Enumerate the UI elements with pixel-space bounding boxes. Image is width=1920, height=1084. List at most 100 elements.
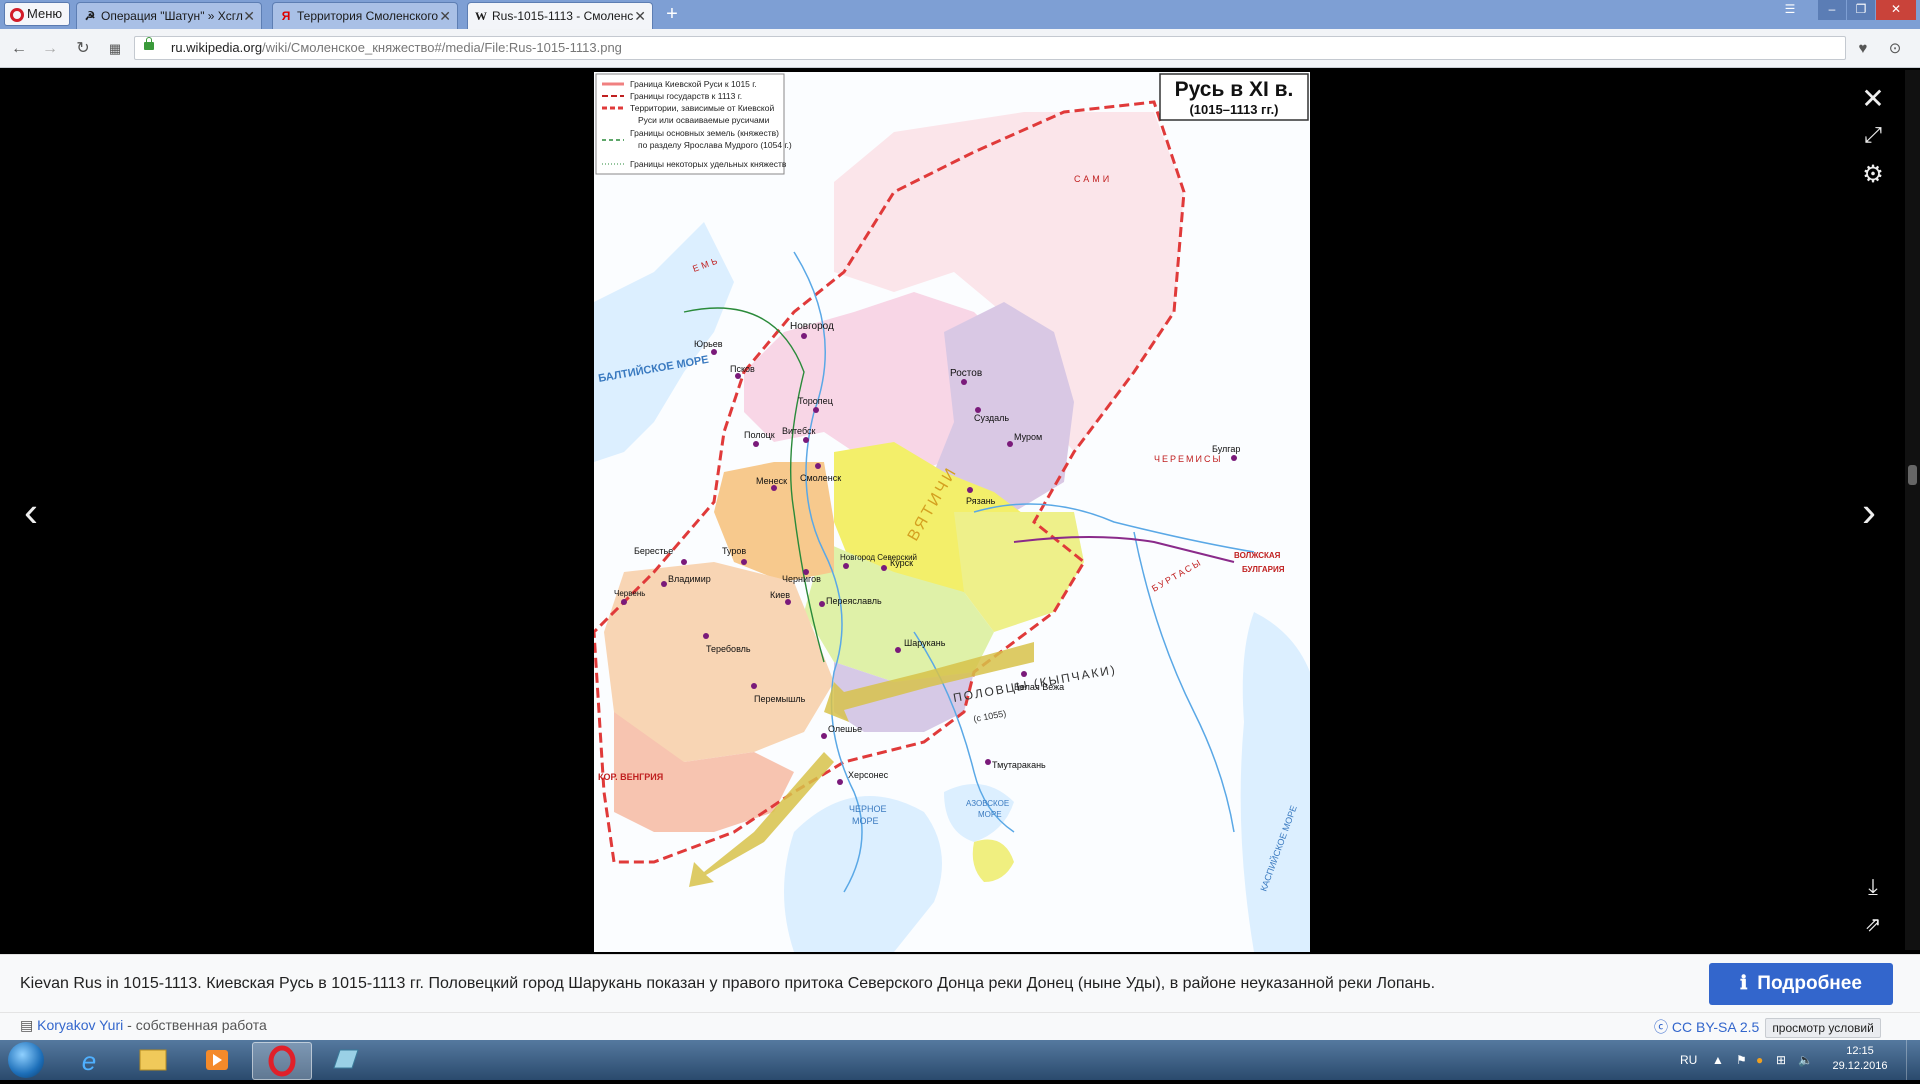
map-subtitle: (1015–1113 гг.) xyxy=(1189,102,1278,117)
share-icon[interactable]: ⇗ xyxy=(1858,912,1888,937)
city-label: Псков xyxy=(730,364,755,374)
hammer-sickle-icon: ☭ xyxy=(84,9,96,23)
city-label: Муром xyxy=(1014,432,1042,442)
app-taskbar-icon[interactable] xyxy=(316,1042,374,1078)
previous-image-button[interactable]: ‹ xyxy=(14,488,48,536)
divider xyxy=(0,1012,1920,1013)
start-button[interactable] xyxy=(2,1040,52,1080)
legend-item: Территории, зависимые от Киевской xyxy=(630,103,774,113)
close-window-button[interactable]: ✕ xyxy=(1876,0,1916,20)
map-image: Граница Киевской Руси к 1015 г. Границы … xyxy=(592,72,1310,952)
cheremisy-label: ЧЕРЕМИСЫ xyxy=(1154,454,1222,464)
info-icon: ℹ xyxy=(1740,973,1748,994)
more-details-button[interactable]: ℹ Подробнее xyxy=(1709,963,1893,1005)
language-indicator[interactable]: RU xyxy=(1680,1040,1697,1080)
tab-smolensk-territory[interactable]: Я Территория Смоленского ✕ xyxy=(272,2,458,29)
bookmark-heart-icon[interactable]: ♥ xyxy=(1852,38,1874,60)
show-hidden-icons-icon[interactable]: ▲ xyxy=(1712,1040,1724,1080)
city-label: Киев xyxy=(770,590,790,600)
tab-operation-shatun[interactable]: ☭ Операция "Шатун" » Хсгл ✕ xyxy=(76,2,262,29)
azov-sea-label: АЗОВСКОЕ xyxy=(966,799,1009,808)
restore-button[interactable]: ❐ xyxy=(1847,0,1875,20)
more-button-label: Подробнее xyxy=(1757,973,1862,994)
internet-explorer-icon[interactable]: e xyxy=(60,1042,118,1078)
city-label: Полоцк xyxy=(744,430,775,440)
author-suffix: - собственная работа xyxy=(123,1017,267,1033)
clock-date: 29.12.2016 xyxy=(1832,1060,1888,1072)
gear-icon[interactable]: ⚙ xyxy=(1858,160,1888,189)
close-tab-icon[interactable]: ✕ xyxy=(243,3,255,29)
minimize-button[interactable]: – xyxy=(1818,0,1846,20)
black-sea-label: ЧЕРНОЕ xyxy=(849,804,887,814)
city-label: Берестье xyxy=(634,546,673,556)
close-tab-icon[interactable]: ✕ xyxy=(439,3,451,29)
network-icon[interactable]: ⊞ xyxy=(1776,1040,1786,1080)
map-title: Русь в XI в. xyxy=(1175,78,1294,101)
tab-title: Операция "Шатун" » Хсгл xyxy=(101,9,243,23)
forward-arrow-icon[interactable]: → xyxy=(39,38,61,60)
download-icon[interactable]: ⊙ xyxy=(1884,38,1906,60)
city-label: Суздаль xyxy=(974,413,1009,423)
tab-rus-1015-1113[interactable]: W Rus-1015-1113 - Смоленс ✕ xyxy=(467,2,653,29)
windows-taskbar: e RU ▲ ⚑ ● ⊞ 🔈 12:15 29.12.2016 xyxy=(0,1040,1920,1080)
next-image-button[interactable]: › xyxy=(1852,488,1886,536)
saami-label: САМИ xyxy=(1074,174,1112,184)
speed-dial-grid-icon[interactable]: ▦ xyxy=(104,38,126,60)
city-label: Шарукань xyxy=(904,638,946,648)
legend-item: по разделу Ярослава Мудрого (1054 г.) xyxy=(638,140,792,150)
url-text: ru.wikipedia.org/wiki/Смоленское_княжест… xyxy=(171,40,622,55)
menu-label: Меню xyxy=(27,6,63,21)
tab-menu-icon[interactable]: ☰ xyxy=(1776,0,1804,20)
city-label: Тмутаракань xyxy=(992,760,1046,770)
clock[interactable]: 12:15 29.12.2016 xyxy=(1818,1044,1902,1074)
legend-item: Руси или осваиваемые русичами xyxy=(638,115,770,125)
tab-title: Территория Смоленского xyxy=(297,9,439,23)
map-svg: Граница Киевской Руси к 1015 г. Границы … xyxy=(592,72,1310,952)
address-bar: ← → ↻ ▦ ru.wikipedia.org/wiki/Смоленское… xyxy=(0,29,1920,68)
legend-item: Границы государств к 1113 г. xyxy=(630,91,742,101)
black-sea-label: МОРЕ xyxy=(852,816,879,826)
opera-taskbar-icon[interactable] xyxy=(252,1042,312,1080)
show-desktop-button[interactable] xyxy=(1906,1040,1920,1080)
app-tray-icon[interactable]: ● xyxy=(1756,1040,1763,1080)
back-arrow-icon[interactable]: ← xyxy=(8,38,30,60)
person-icon: ▤ xyxy=(20,1017,38,1033)
city-label: Белая Вежа xyxy=(1014,682,1064,692)
close-icon[interactable]: ✕ xyxy=(1858,82,1888,115)
media-player-icon[interactable] xyxy=(188,1042,246,1078)
url-field[interactable]: ru.wikipedia.org/wiki/Смоленское_княжест… xyxy=(134,36,1846,60)
flag-icon[interactable]: ⚑ xyxy=(1736,1040,1747,1080)
legend-item: Границы некоторых удельных княжеств xyxy=(630,159,787,169)
opera-logo-icon xyxy=(10,7,24,22)
city-label: Владимир xyxy=(668,574,711,584)
new-tab-button[interactable]: + xyxy=(660,2,684,26)
city-label: Витебск xyxy=(782,426,816,436)
city-label: Смоленск xyxy=(800,473,841,483)
download-image-icon[interactable]: ⤓ xyxy=(1858,874,1888,900)
city-label: Теребовль xyxy=(706,644,751,654)
viewer-scrollbar[interactable] xyxy=(1905,70,1920,950)
scrollbar-thumb[interactable] xyxy=(1908,465,1917,485)
city-label: Булгар xyxy=(1212,444,1240,454)
city-label: Олешье xyxy=(828,724,862,734)
city-label: Менеск xyxy=(756,476,787,486)
reload-icon[interactable]: ↻ xyxy=(72,38,94,60)
opera-menu-button[interactable]: Меню xyxy=(4,2,70,26)
author-link[interactable]: Koryakov Yuri xyxy=(37,1017,123,1033)
license-link[interactable]: CC BY-SA 2.5 xyxy=(1672,1019,1759,1035)
azov-sea-label: МОРЕ xyxy=(978,810,1002,819)
author-line: ▤ Koryakov Yuri - собственная работа xyxy=(20,1017,267,1034)
file-explorer-icon[interactable] xyxy=(124,1042,182,1078)
image-caption-panel: Kievan Rus in 1015-1113. Киевская Русь в… xyxy=(0,954,1920,1040)
tab-title: Rus-1015-1113 - Смоленс xyxy=(492,9,634,23)
fullscreen-icon[interactable]: ⤢ xyxy=(1858,122,1888,148)
city-label: Чернигов xyxy=(782,574,821,584)
image-description: Kievan Rus in 1015-1113. Киевская Русь в… xyxy=(20,975,1436,992)
view-terms-button[interactable]: просмотр условий xyxy=(1765,1018,1881,1038)
city-label: Ростов xyxy=(950,368,982,379)
tab-bar: Меню ☭ Операция "Шатун" » Хсгл ✕ Я Террито… xyxy=(0,0,1920,29)
city-label: Юрьев xyxy=(694,339,723,349)
close-tab-icon[interactable]: ✕ xyxy=(634,3,646,29)
city-label: Рязань xyxy=(966,496,996,506)
volume-icon[interactable]: 🔈 xyxy=(1798,1040,1813,1080)
